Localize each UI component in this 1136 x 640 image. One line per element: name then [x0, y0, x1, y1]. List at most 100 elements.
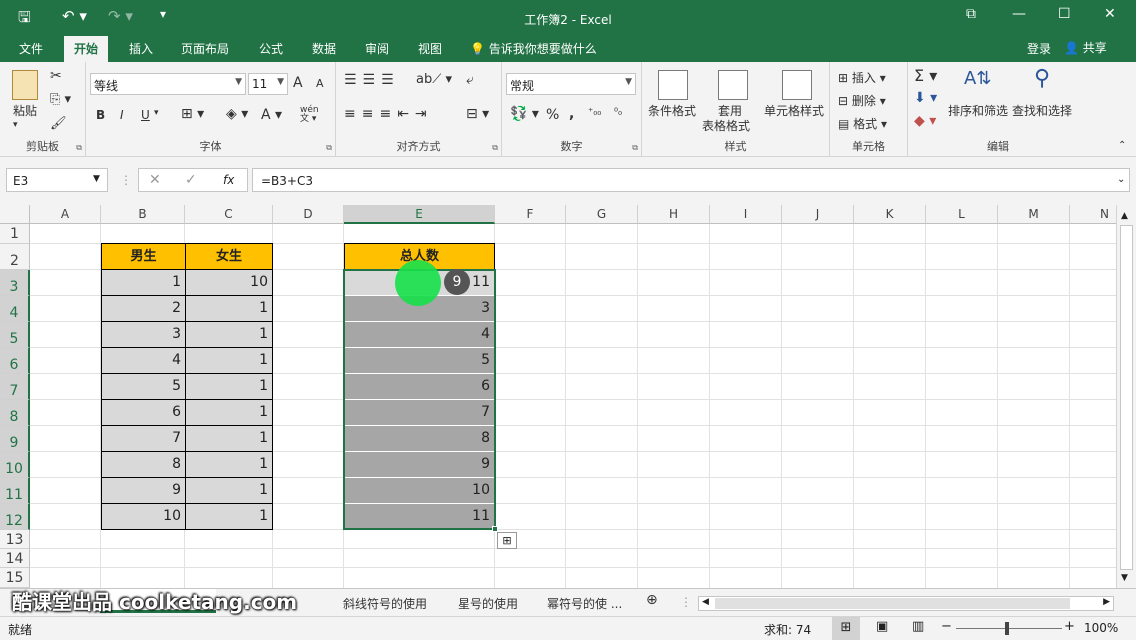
add-sheet-icon[interactable]: ⊕	[646, 592, 658, 608]
delete-cells-button[interactable]: ⊟ 删除 ▾	[838, 92, 886, 109]
autosum-icon[interactable]: Σ ▾	[914, 66, 937, 85]
column-header-c[interactable]: C	[185, 205, 273, 224]
phonetic-button[interactable]: wén 文 ▾	[300, 106, 319, 124]
column-header-e[interactable]: E	[344, 205, 495, 224]
hscroll-thumb[interactable]	[715, 598, 1070, 609]
column-header-k[interactable]: K	[854, 205, 926, 224]
scroll-right-icon[interactable]: ▶	[1103, 597, 1110, 607]
font-grow-button[interactable]: A	[293, 75, 303, 91]
scroll-down-icon[interactable]: ▼	[1121, 573, 1128, 583]
font-name-select[interactable]: 等线 ▼	[90, 73, 246, 95]
decrease-decimal-icon[interactable]: ⁰₀	[614, 107, 622, 118]
tab-page-layout[interactable]: 页面布局	[181, 40, 229, 57]
cell-c10[interactable]: 1	[185, 451, 273, 478]
fill-color-icon[interactable]: ◈ ▾	[226, 106, 248, 122]
paste-dropdown-icon[interactable]: ▾	[13, 120, 18, 130]
font-size-select[interactable]: 11 ▼	[248, 73, 288, 95]
tab-view[interactable]: 视图	[418, 40, 442, 57]
sort-filter-icon[interactable]: A⇅	[964, 68, 991, 89]
accounting-format-icon[interactable]: 💱 ▾	[510, 106, 539, 122]
cell-c6[interactable]: 1	[185, 347, 273, 374]
collapse-ribbon-icon[interactable]: ⌃	[1118, 140, 1126, 151]
conditional-format-icon[interactable]	[658, 70, 688, 100]
zoom-out-icon[interactable]: −	[941, 619, 952, 634]
cell-b6[interactable]: 4	[101, 347, 186, 374]
paste-button[interactable]: 粘贴	[13, 102, 37, 119]
row-header-15[interactable]: 15	[0, 568, 30, 588]
tab-home[interactable]: 开始	[64, 36, 109, 62]
cut-icon[interactable]: ✂	[50, 68, 62, 84]
paste-icon[interactable]	[12, 70, 38, 100]
row-header-1[interactable]: 1	[0, 224, 30, 244]
worksheet-grid[interactable]: A B C D E F G H I J K L M N 1 2 3 4 5 6 …	[0, 205, 1116, 588]
scroll-thumb[interactable]	[1120, 225, 1133, 570]
zoom-in-icon[interactable]: +	[1064, 619, 1075, 634]
page-break-view-icon[interactable]: ▥	[912, 619, 924, 634]
launcher-icon[interactable]: ⧉	[492, 143, 498, 153]
resize-handle-icon[interactable]: ⋮	[120, 173, 132, 187]
column-header-i[interactable]: I	[710, 205, 782, 224]
cell-b9[interactable]: 7	[101, 425, 186, 452]
sheet-tab-1[interactable]: 斜线符号的使用	[343, 595, 427, 612]
cell-c9[interactable]: 1	[185, 425, 273, 452]
row-header-8[interactable]: 8	[0, 400, 30, 426]
wrap-text-icon[interactable]: ⤶	[466, 72, 474, 88]
row-header-13[interactable]: 13	[0, 530, 30, 549]
column-header-f[interactable]: F	[495, 205, 566, 224]
tab-split-icon[interactable]: ⋮	[680, 595, 692, 609]
fill-icon[interactable]: ⬇ ▾	[914, 90, 937, 106]
select-all-corner[interactable]	[0, 205, 30, 224]
increase-decimal-icon[interactable]: ⁺₀₀	[588, 107, 601, 118]
insert-cells-button[interactable]: ⊞ 插入 ▾	[838, 69, 886, 86]
scroll-up-icon[interactable]: ▲	[1121, 211, 1128, 221]
page-layout-view-icon[interactable]: ▣	[876, 619, 888, 634]
column-header-h[interactable]: H	[638, 205, 710, 224]
horizontal-align-icons[interactable]: ≡≡≡⇤⇥	[344, 106, 433, 122]
vertical-scrollbar[interactable]: ▲ ▼	[1116, 205, 1136, 588]
row-header-11[interactable]: 11	[0, 478, 30, 504]
percent-button[interactable]: %	[546, 107, 559, 123]
cell-c5[interactable]: 1	[185, 321, 273, 348]
column-header-m[interactable]: M	[998, 205, 1070, 224]
horizontal-scrollbar[interactable]: ◀ ▶	[698, 596, 1114, 611]
ribbon-display-icon[interactable]: ⧉	[966, 6, 976, 22]
cell-c3[interactable]: 10	[185, 269, 273, 296]
column-header-l[interactable]: L	[926, 205, 998, 224]
formula-input[interactable]: =B3+C3 ⌄	[252, 168, 1130, 192]
minimize-icon[interactable]: —	[1012, 6, 1026, 22]
tab-review[interactable]: 审阅	[365, 40, 389, 57]
find-select-button[interactable]: 查找和选择	[1012, 102, 1072, 119]
cell-b2[interactable]: 男生	[101, 243, 186, 270]
tab-insert[interactable]: 插入	[129, 40, 153, 57]
font-color-button[interactable]: A ▾	[261, 107, 282, 123]
cell-b4[interactable]: 2	[101, 295, 186, 322]
row-header-5[interactable]: 5	[0, 322, 30, 348]
column-header-g[interactable]: G	[566, 205, 638, 224]
cell-c7[interactable]: 1	[185, 373, 273, 400]
chevron-down-icon[interactable]: ▾	[154, 108, 159, 118]
sort-filter-button[interactable]: 排序和筛选	[948, 102, 1008, 119]
conditional-format-button[interactable]: 条件格式	[648, 102, 696, 119]
row-header-10[interactable]: 10	[0, 452, 30, 478]
merge-center-icon[interactable]: ⊟ ▾	[466, 106, 489, 122]
enter-icon[interactable]: ✓	[185, 172, 197, 188]
number-format-select[interactable]: 常规 ▼	[506, 73, 636, 95]
column-header-a[interactable]: A	[30, 205, 101, 224]
cell-c4[interactable]: 1	[185, 295, 273, 322]
quick-analysis-icon[interactable]: ⊞	[497, 532, 517, 549]
close-icon[interactable]: ✕	[1104, 6, 1116, 22]
vertical-align-icons[interactable]: ☰☰☰	[344, 72, 400, 88]
row-header-12[interactable]: 12	[0, 504, 30, 530]
launcher-icon[interactable]: ⧉	[632, 143, 638, 153]
expand-formula-icon[interactable]: ⌄	[1117, 174, 1125, 185]
cell-b3[interactable]: 1	[101, 269, 186, 296]
format-painter-icon[interactable]: 🖌	[50, 116, 67, 131]
orientation-icon[interactable]: ab⟋ ▾	[416, 72, 452, 87]
tab-file[interactable]: 文件	[19, 40, 43, 57]
row-header-9[interactable]: 9	[0, 426, 30, 452]
cell-styles-icon[interactable]	[782, 70, 812, 100]
column-header-j[interactable]: J	[782, 205, 854, 224]
format-cells-button[interactable]: ▤ 格式 ▾	[838, 115, 887, 132]
share-button[interactable]: 👤 共享	[1064, 39, 1107, 56]
name-box[interactable]: E3 ▼	[6, 168, 108, 192]
